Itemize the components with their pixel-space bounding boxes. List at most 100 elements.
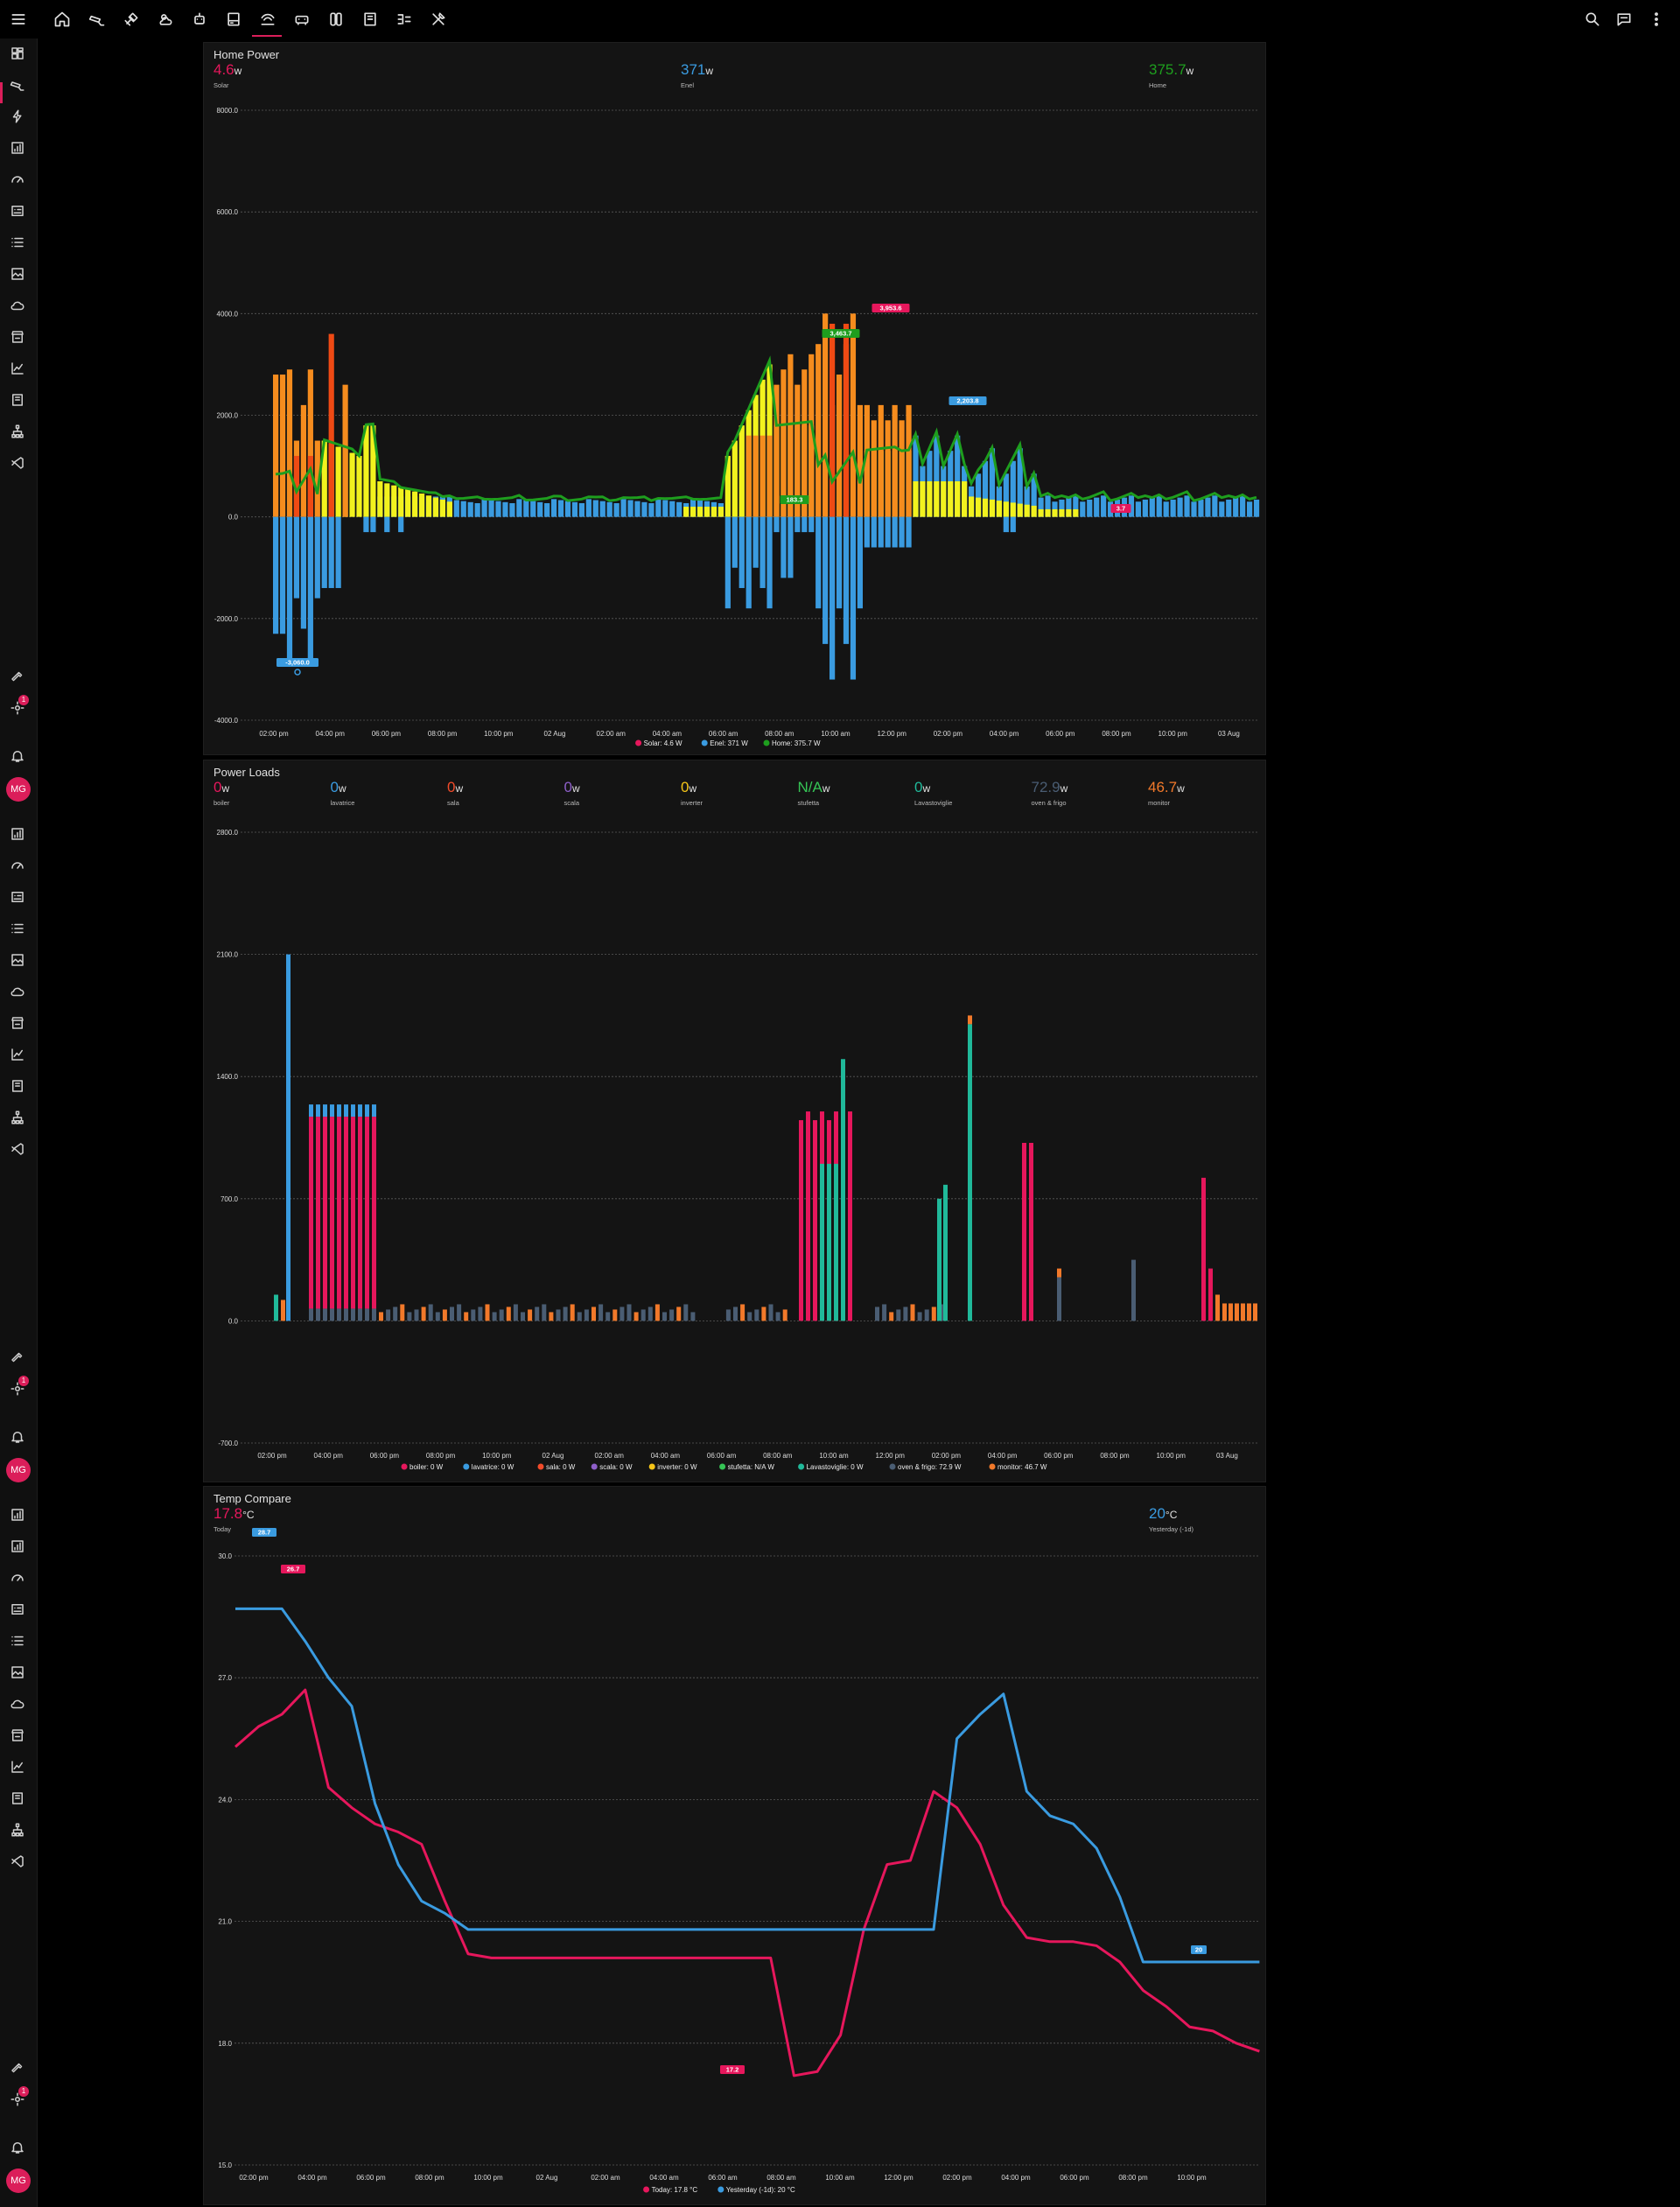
tree-icon[interactable]	[394, 9, 415, 30]
chart-box-icon[interactable]	[10, 1507, 27, 1524]
gauge-icon[interactable]	[10, 1570, 27, 1587]
bar	[425, 495, 432, 517]
bar	[927, 481, 933, 517]
user-avatar[interactable]: MG	[6, 2168, 31, 2193]
list-icon[interactable]	[10, 1633, 27, 1650]
more-vert-icon[interactable]	[1646, 9, 1667, 30]
bar	[1142, 499, 1148, 517]
hammer-icon[interactable]	[10, 1349, 27, 1367]
cloud-icon[interactable]	[10, 1696, 27, 1713]
search-icon[interactable]	[1582, 9, 1603, 30]
bar	[1057, 1277, 1061, 1321]
legend-marker	[889, 1463, 896, 1470]
list-icon[interactable]	[10, 235, 27, 252]
dashboard-icon[interactable]	[10, 46, 27, 63]
cctv-icon[interactable]	[10, 77, 27, 95]
bar	[349, 452, 355, 517]
store-icon[interactable]	[10, 1015, 27, 1033]
bar	[648, 502, 654, 517]
contact-card-icon[interactable]	[10, 1601, 27, 1619]
hammer-icon[interactable]	[10, 669, 27, 686]
bar	[337, 1117, 341, 1309]
chart-line-icon[interactable]	[10, 1047, 27, 1064]
bar	[848, 1111, 852, 1321]
satellite-icon[interactable]	[121, 9, 142, 30]
bar	[989, 499, 996, 517]
bar	[924, 1309, 929, 1321]
vscode-icon[interactable]	[10, 455, 27, 473]
bar	[752, 435, 759, 517]
bar	[1170, 499, 1176, 517]
car-icon[interactable]	[291, 9, 312, 30]
switch-icon[interactable]	[326, 9, 346, 30]
lightning-icon[interactable]	[10, 109, 27, 126]
tools-icon[interactable]	[428, 9, 449, 30]
bar	[372, 1104, 376, 1118]
menu-icon[interactable]	[8, 9, 29, 30]
cloud-icon[interactable]	[10, 298, 27, 315]
x-tick-label: 10:00 pm	[1177, 2174, 1207, 2182]
y-tick-label: 6000.0	[217, 208, 239, 216]
bar-negative	[273, 516, 279, 634]
hammer-icon[interactable]	[10, 2060, 27, 2077]
vscode-icon[interactable]	[10, 1853, 27, 1871]
book-icon[interactable]	[10, 1078, 27, 1096]
store-icon[interactable]	[10, 329, 27, 347]
bell-icon[interactable]	[10, 1429, 27, 1447]
legend-item: Today: 17.8 °C	[652, 2186, 698, 2194]
assist-icon[interactable]	[1614, 9, 1634, 30]
bar-negative	[328, 516, 334, 588]
store-icon[interactable]	[10, 1727, 27, 1745]
power-loads-chart[interactable]: 2800.0 2100.0 1400.0 700.0 0.0 -700.0 02:00 pm…	[204, 760, 1265, 1482]
temp-compare-chart[interactable]: 30.0 27.0 24.0 21.0 18.0 15.0 02:00 pm 04:00 pm…	[204, 1487, 1265, 2204]
bell-icon[interactable]	[10, 2140, 27, 2157]
settings-icon[interactable]: 1	[10, 2086, 29, 2109]
book-icon[interactable]	[360, 9, 381, 30]
bar	[356, 455, 362, 517]
legend-item: Enel: 371 W	[710, 739, 748, 747]
chart-box-icon[interactable]	[10, 140, 27, 158]
sitemap-icon[interactable]	[10, 1822, 27, 1839]
gauge-icon[interactable]	[10, 172, 27, 189]
settings-icon[interactable]: 1	[10, 1376, 29, 1398]
server-icon[interactable]	[223, 9, 244, 30]
bar	[606, 501, 612, 517]
gauge-icon[interactable]	[10, 858, 27, 875]
notification-badge: 1	[18, 1376, 29, 1386]
user-avatar[interactable]: MG	[6, 777, 31, 802]
bar	[398, 487, 404, 517]
bell-icon[interactable]	[10, 748, 27, 766]
contact-card-icon[interactable]	[10, 889, 27, 907]
chart-line-icon[interactable]	[10, 1759, 27, 1776]
home-power-chart[interactable]: 8000.0 6000.0 4000.0 2000.0 0.0 -2000.0 -4000.…	[204, 43, 1265, 754]
bar-negative	[857, 516, 863, 609]
list-icon[interactable]	[10, 921, 27, 938]
weather-icon[interactable]	[155, 9, 176, 30]
bar	[502, 501, 508, 517]
legend: boiler: 0 W lavatrice: 0 W sala: 0 W scala:…	[401, 1463, 1047, 1471]
cloud-icon[interactable]	[10, 984, 27, 1001]
image-icon[interactable]	[10, 952, 27, 970]
image-icon[interactable]	[10, 266, 27, 284]
bar	[1073, 508, 1079, 517]
chart-box-icon[interactable]	[10, 1538, 27, 1556]
chart-box-icon[interactable]	[10, 826, 27, 844]
contact-card-icon[interactable]	[10, 203, 27, 221]
vscode-icon[interactable]	[10, 1141, 27, 1159]
x-tick-label: 08:00 pm	[415, 2174, 444, 2182]
robot-icon[interactable]	[189, 9, 210, 30]
sitemap-icon[interactable]	[10, 1110, 27, 1127]
home-icon[interactable]	[52, 9, 73, 30]
x-tick-label: 04:00 pm	[1001, 2174, 1031, 2182]
chart-line-icon[interactable]	[10, 361, 27, 378]
sitemap-icon[interactable]	[10, 424, 27, 441]
user-avatar[interactable]: MG	[6, 1458, 31, 1482]
settings-icon[interactable]: 1	[10, 695, 29, 718]
image-icon[interactable]	[10, 1664, 27, 1682]
x-tick-label: 02:00 pm	[934, 730, 963, 738]
book-icon[interactable]	[10, 392, 27, 410]
bar	[913, 481, 919, 517]
cctv-icon[interactable]	[87, 9, 108, 30]
energy-icon[interactable]	[257, 9, 278, 30]
book-icon[interactable]	[10, 1790, 27, 1808]
